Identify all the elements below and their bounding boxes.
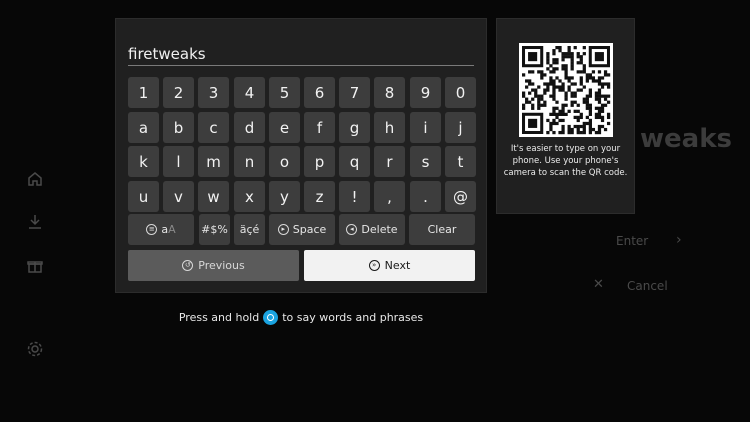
previous-button[interactable]: ↺ Previous xyxy=(128,250,299,281)
key[interactable]: @ xyxy=(445,181,476,212)
key[interactable]: f xyxy=(304,112,335,143)
settings-icon[interactable] xyxy=(26,340,44,358)
delete-label: Delete xyxy=(361,223,398,236)
key[interactable]: u xyxy=(128,181,159,212)
key[interactable]: . xyxy=(410,181,441,212)
voice-hint-before: Press and hold xyxy=(178,311,260,324)
search-input[interactable]: firetweaks xyxy=(128,45,206,63)
previous-label: Previous xyxy=(198,259,245,272)
key[interactable]: 7 xyxy=(339,77,370,108)
background-enter-button[interactable]: Enter xyxy=(616,234,648,248)
voice-hint-after: to say words and phrases xyxy=(282,311,424,324)
gift-icon[interactable] xyxy=(26,257,44,275)
back-icon: ↺ xyxy=(182,260,194,271)
key[interactable]: 4 xyxy=(234,77,265,108)
key[interactable]: z xyxy=(304,181,335,212)
next-label: Next xyxy=(384,259,411,272)
alexa-icon xyxy=(263,310,279,325)
close-icon: ✕ xyxy=(593,277,604,292)
key[interactable]: x xyxy=(234,181,265,212)
rewind-icon: ◂ xyxy=(346,224,358,235)
voice-hint: Press and hold to say words and phrases xyxy=(0,310,602,325)
background-cancel-button[interactable]: Cancel xyxy=(627,279,668,293)
key[interactable]: 5 xyxy=(269,77,300,108)
qr-instructions: It's easier to type on your phone. Use y… xyxy=(503,144,628,178)
key[interactable]: q xyxy=(339,146,370,177)
key[interactable]: i xyxy=(410,112,441,143)
enter-chevron-icon: › xyxy=(676,232,682,248)
case-toggle-key[interactable]: ≡ aA xyxy=(128,214,194,245)
key[interactable]: l xyxy=(163,146,194,177)
menu-icon: ≡ xyxy=(146,224,158,235)
fast-forward-icon: » xyxy=(368,260,380,271)
symbols-key[interactable]: #$% xyxy=(199,214,230,245)
key[interactable]: , xyxy=(374,181,405,212)
key[interactable]: 3 xyxy=(198,77,229,108)
key[interactable]: 2 xyxy=(163,77,194,108)
key[interactable]: m xyxy=(198,146,229,177)
clear-key[interactable]: Clear xyxy=(409,214,475,245)
key[interactable]: w xyxy=(198,181,229,212)
key[interactable]: c xyxy=(198,112,229,143)
delete-key[interactable]: ◂ Delete xyxy=(339,214,405,245)
key[interactable]: t xyxy=(445,146,476,177)
play-pause-icon: ▸ xyxy=(277,224,289,235)
search-underline xyxy=(128,65,474,66)
key[interactable]: g xyxy=(339,112,370,143)
key[interactable]: k xyxy=(128,146,159,177)
key[interactable]: 8 xyxy=(374,77,405,108)
key[interactable]: h xyxy=(374,112,405,143)
key[interactable]: 0 xyxy=(445,77,476,108)
case-label-main: a xyxy=(161,223,169,236)
key[interactable]: 9 xyxy=(410,77,441,108)
key[interactable]: e xyxy=(269,112,300,143)
key[interactable]: a xyxy=(128,112,159,143)
key[interactable]: j xyxy=(445,112,476,143)
key[interactable]: d xyxy=(234,112,265,143)
key[interactable]: ! xyxy=(339,181,370,212)
space-label: Space xyxy=(292,223,327,236)
key[interactable]: v xyxy=(163,181,194,212)
accents-key[interactable]: äçé xyxy=(234,214,265,245)
key[interactable]: r xyxy=(374,146,405,177)
space-key[interactable]: ▸ Space xyxy=(269,214,335,245)
keyboard-panel: firetweaks 1234567890abcdefghijklmnopqrs… xyxy=(115,18,487,293)
case-label-alt: A xyxy=(168,223,176,236)
qr-code xyxy=(519,43,613,137)
key[interactable]: n xyxy=(234,146,265,177)
key[interactable]: s xyxy=(410,146,441,177)
key[interactable]: y xyxy=(269,181,300,212)
home-icon[interactable] xyxy=(26,170,44,188)
background-title-fragment: weaks xyxy=(640,124,732,154)
key[interactable]: b xyxy=(163,112,194,143)
next-button[interactable]: » Next xyxy=(304,250,475,281)
download-icon[interactable] xyxy=(26,213,44,231)
key[interactable]: o xyxy=(269,146,300,177)
key[interactable]: 6 xyxy=(304,77,335,108)
key[interactable]: 1 xyxy=(128,77,159,108)
qr-panel: It's easier to type on your phone. Use y… xyxy=(496,18,635,214)
key[interactable]: p xyxy=(304,146,335,177)
